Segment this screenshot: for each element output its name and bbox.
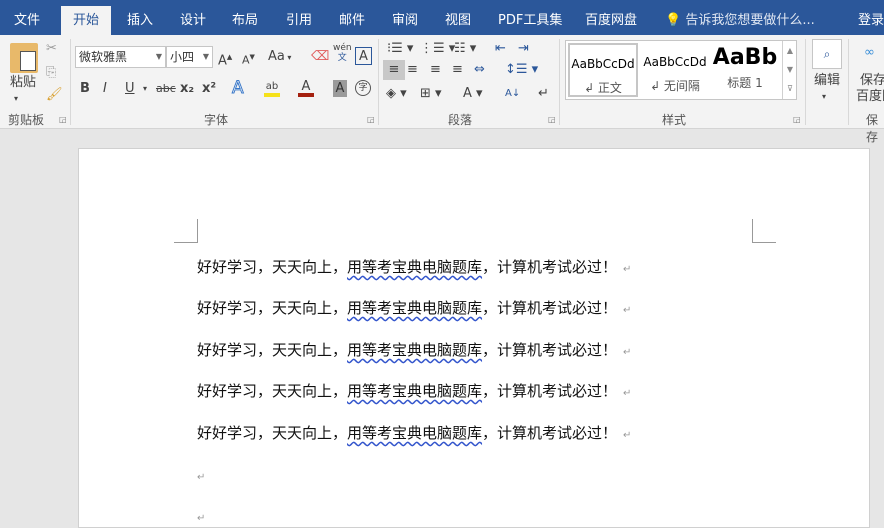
style-no-spacing[interactable]: AaBbCcDd ↲ 无间隔 <box>640 43 710 97</box>
grow-font-icon[interactable]: A▲ <box>218 47 232 68</box>
clipboard-launcher-icon[interactable]: ◲ <box>59 115 67 124</box>
tab-review[interactable]: 审阅 <box>382 6 428 35</box>
change-case-button[interactable]: Aa ▾ <box>268 47 291 67</box>
show-marks-icon[interactable]: ↵ <box>538 84 549 104</box>
multilevel-list-icon[interactable]: ☷ ▾ <box>454 39 476 59</box>
ribbon-tab-bar: 文件 开始 插入 设计 布局 引用 邮件 审阅 视图 PDF工具集 百度网盘 💡… <box>0 0 884 35</box>
font-name-select[interactable]: 微软雅黑 ▼ <box>75 46 166 68</box>
document-paragraph[interactable]: 好好学习，天天向上，用等考宝典电脑题库，计算机考试必过！ ↵ <box>197 380 631 401</box>
style-normal[interactable]: AaBbCcDd ↲ 正文 <box>568 43 638 97</box>
tab-view[interactable]: 视图 <box>435 6 481 35</box>
font-size-select[interactable]: 小四 ▼ <box>166 46 213 68</box>
borders-icon[interactable]: ⊞ ▾ <box>420 84 442 104</box>
paragraph-launcher-icon[interactable]: ◲ <box>548 115 556 124</box>
document-paragraph[interactable]: 好好学习，天天向上，用等考宝典电脑题库，计算机考试必过！ ↵ <box>197 422 631 443</box>
bullets-icon[interactable]: ⁝☰ ▾ <box>387 39 413 59</box>
tab-file[interactable]: 文件 <box>4 6 50 35</box>
lightbulb-icon: 💡 <box>665 13 682 28</box>
strikethrough-button[interactable]: abc <box>156 79 176 99</box>
increase-indent-icon[interactable]: ⇥ <box>518 39 529 59</box>
margin-corner-mark <box>752 219 776 243</box>
empty-paragraph-mark[interactable]: ↵ <box>197 472 205 483</box>
tab-layout[interactable]: 布局 <box>222 6 268 35</box>
tab-baidu-netdisk[interactable]: 百度网盘 <box>575 6 647 35</box>
document-paragraph[interactable]: 好好学习，天天向上，用等考宝典电脑题库，计算机考试必过！ ↵ <box>197 339 631 360</box>
tab-references[interactable]: 引用 <box>276 6 322 35</box>
align-center-icon[interactable]: ≡ <box>407 60 418 80</box>
text-effects-icon[interactable]: A <box>232 78 245 99</box>
shrink-font-icon[interactable]: A▼ <box>242 47 255 67</box>
italic-button[interactable]: I <box>103 79 107 99</box>
tab-pdf-tools[interactable]: PDF工具集 <box>488 6 572 35</box>
justify-icon[interactable]: ≡ <box>452 60 463 80</box>
format-painter-icon[interactable]: 🖌 <box>46 85 63 105</box>
phonetic-guide-icon[interactable]: wén 文 <box>333 43 352 63</box>
numbering-icon[interactable]: ⋮☰ ▾ <box>420 39 455 59</box>
styles-gallery: AaBbCcDd ↲ 正文 AaBbCcDd ↲ 无间隔 AaBb 标题 1 ▲ ▼ ⊽ <box>565 40 797 100</box>
distributed-icon[interactable]: ⇔ <box>474 60 485 80</box>
search-icon[interactable]: ⌕ <box>812 39 842 69</box>
font-launcher-icon[interactable]: ◲ <box>367 115 375 124</box>
clipboard-group-label: 剪贴板 <box>8 113 45 127</box>
save-to-baidu-button-line2[interactable]: 百度网盘 <box>856 87 884 107</box>
shading-icon[interactable]: ◈ ▾ <box>386 84 407 104</box>
character-border-icon[interactable]: A <box>355 47 372 65</box>
document-page[interactable] <box>78 148 870 528</box>
font-color-icon[interactable]: A <box>298 77 314 97</box>
margin-corner-mark <box>174 219 198 243</box>
tab-home[interactable]: 开始 <box>61 6 112 35</box>
superscript-button[interactable]: x² <box>202 79 216 99</box>
save-group-label: 保存 <box>866 113 879 144</box>
style-heading-1[interactable]: AaBb 标题 1 <box>712 43 778 97</box>
paste-dropdown[interactable]: ▾ <box>14 89 18 109</box>
character-shading-icon[interactable]: A <box>333 80 347 97</box>
editing-dropdown[interactable]: ▾ <box>822 87 826 107</box>
document-paragraph[interactable]: 好好学习，天天向上，用等考宝典电脑题库，计算机考试必过！ ↵ <box>197 256 631 277</box>
styles-scrollbar[interactable]: ▲ ▼ ⊽ <box>782 41 797 99</box>
underline-button[interactable]: U <box>125 79 135 99</box>
sort-icon[interactable]: A↓ <box>505 84 520 104</box>
empty-paragraph-mark[interactable]: ↵ <box>197 513 205 524</box>
editing-button[interactable]: 编辑 <box>814 71 840 91</box>
align-left-icon[interactable]: ≡ <box>383 60 405 80</box>
paragraph-group-label: 段落 <box>448 113 473 127</box>
font-group-label: 字体 <box>204 113 229 127</box>
underline-dropdown[interactable]: ▾ <box>143 79 147 99</box>
copy-icon[interactable]: ⎘ <box>46 63 56 83</box>
paste-button[interactable]: 粘贴 <box>6 73 40 93</box>
chinese-layout-icon[interactable]: A ▾ <box>463 84 483 104</box>
enclose-characters-icon[interactable]: 字 <box>355 80 371 96</box>
highlight-color-icon[interactable]: ab <box>264 77 280 97</box>
subscript-button[interactable]: x₂ <box>180 79 194 99</box>
align-right-icon[interactable]: ≡ <box>430 60 441 80</box>
styles-launcher-icon[interactable]: ◲ <box>793 115 801 124</box>
line-spacing-icon[interactable]: ↕☰ ▾ <box>505 60 538 80</box>
clear-formatting-icon[interactable]: ⌫ <box>311 47 329 67</box>
decrease-indent-icon[interactable]: ⇤ <box>495 39 506 59</box>
tab-mailings[interactable]: 邮件 <box>329 6 375 35</box>
bold-button[interactable]: B <box>80 79 90 99</box>
tab-design[interactable]: 设计 <box>170 6 216 35</box>
tab-insert[interactable]: 插入 <box>117 6 163 35</box>
document-paragraph[interactable]: 好好学习，天天向上，用等考宝典电脑题库，计算机考试必过！ ↵ <box>197 297 631 318</box>
sign-in-button[interactable]: 登录 <box>848 6 884 35</box>
cut-icon[interactable]: ✂ <box>46 39 57 59</box>
styles-group-label: 样式 <box>662 113 687 127</box>
tell-me-search[interactable]: 💡 告诉我您想要做什么... <box>655 6 825 35</box>
baidu-cloud-icon: ∞ <box>864 45 875 60</box>
paste-icon[interactable] <box>10 43 38 73</box>
